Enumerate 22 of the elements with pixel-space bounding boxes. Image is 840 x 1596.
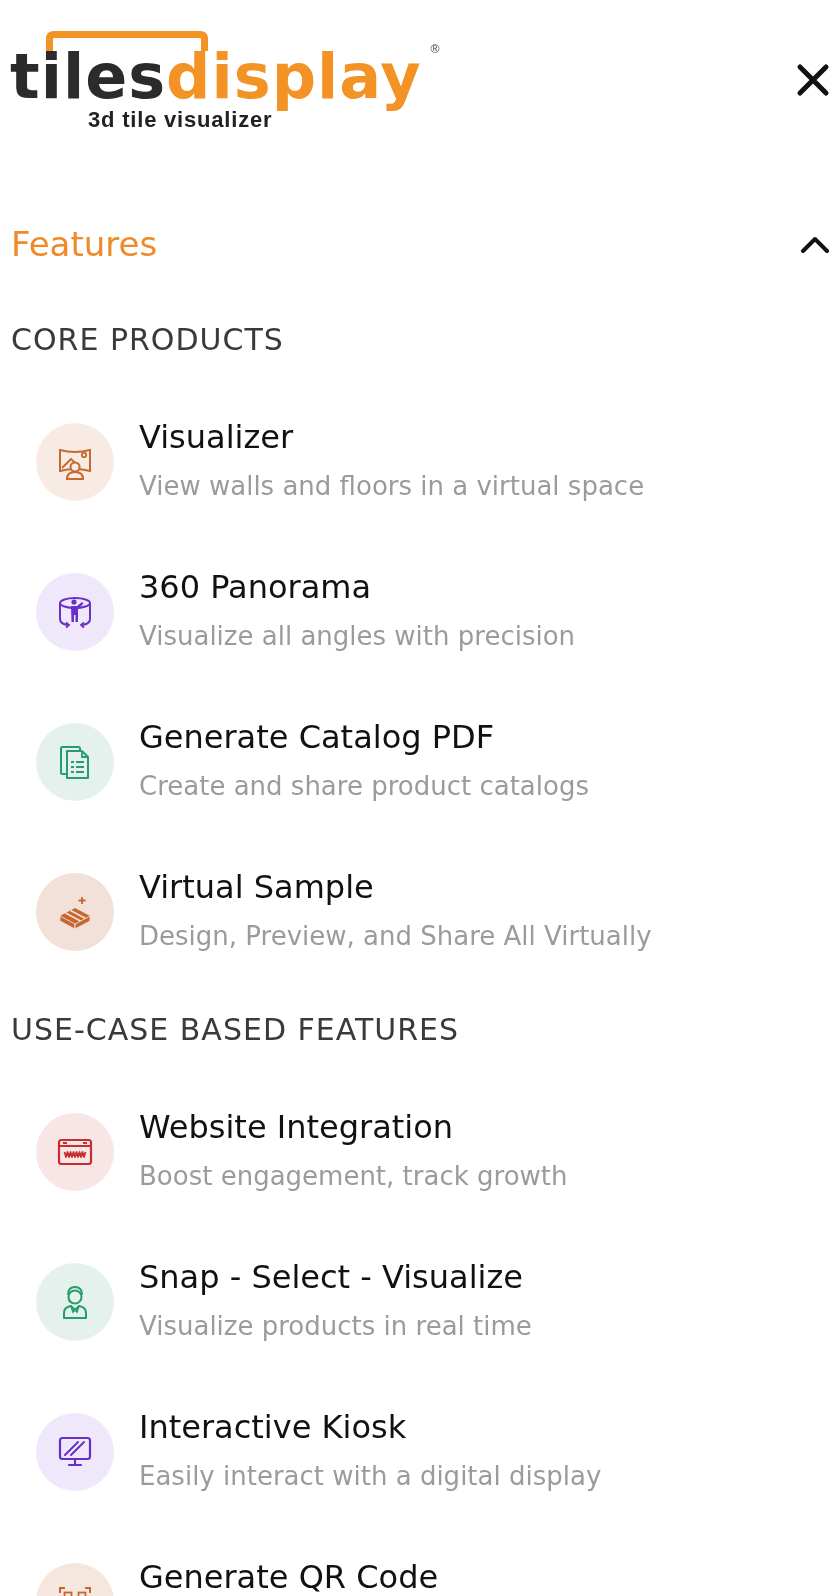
menu-item-description: Boost engagement, track growth: [139, 1160, 568, 1193]
menu-item-link[interactable]: Website Integration: [139, 1109, 454, 1145]
menu-item-link[interactable]: Virtual Sample: [139, 869, 374, 905]
menu-item-description: View walls and floors in a virtual space: [139, 470, 645, 503]
menu-item-description: Visualize all angles with precision: [139, 620, 576, 653]
menu-item-description: Design, Preview, and Share All Virtually: [139, 920, 652, 953]
menu-item-description: Create and share product catalogs: [139, 770, 589, 803]
menu-item-link[interactable]: Generate Catalog PDF: [139, 719, 495, 755]
menu-item-link[interactable]: Snap - Select - Visualize: [139, 1259, 523, 1295]
menu-item-description: Visualize products in real time: [139, 1310, 532, 1343]
section-heading: CORE PRODUCTS: [10, 322, 285, 358]
logo-tagline: 3d tile visualizer: [88, 108, 273, 132]
close-icon: [796, 63, 830, 97]
menu-item-link[interactable]: Visualizer: [139, 419, 294, 455]
menu-item-description: Easily interact with a digital display: [139, 1460, 602, 1493]
close-button[interactable]: [796, 63, 830, 97]
menu-item-link[interactable]: Generate QR Code: [139, 1559, 439, 1595]
logo-bracket-icon: [46, 31, 208, 51]
menu-item-link[interactable]: 360 Panorama: [139, 569, 372, 605]
registered-mark: ®: [429, 42, 441, 56]
section-heading: USE-CASE BASED FEATURES: [10, 1012, 461, 1048]
menu-item-link[interactable]: Interactive Kiosk: [139, 1409, 407, 1445]
